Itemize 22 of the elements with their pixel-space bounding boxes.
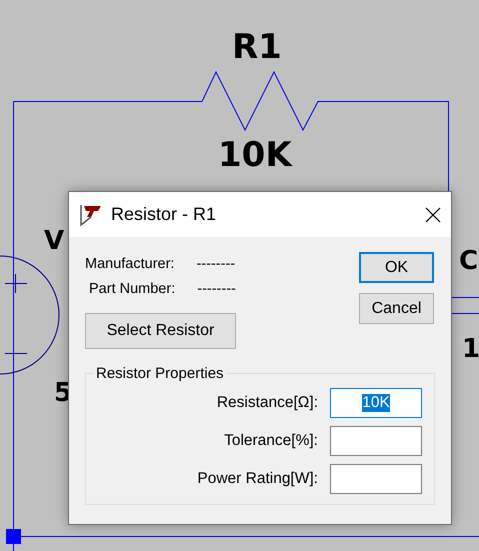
property-label: Tolerance[%]: — [224, 432, 318, 450]
schematic-label: C — [459, 248, 478, 274]
property-label: Power Rating[W]: — [197, 470, 318, 488]
input-field[interactable] — [330, 464, 422, 494]
group-legend: Resistor Properties — [94, 365, 226, 382]
schematic-label: 1 — [462, 336, 479, 362]
dialog-button[interactable]: OK — [359, 252, 434, 283]
info-value: -------- — [197, 280, 236, 296]
input-field[interactable]: 10K — [330, 388, 422, 418]
app-logo-icon — [79, 202, 103, 226]
schematic-label: 10K — [218, 138, 292, 172]
property-label: Resistance[Ω]: — [216, 394, 318, 412]
dialog-button[interactable]: Cancel — [359, 293, 434, 324]
select-resistor-button[interactable]: Select Resistor — [85, 313, 236, 349]
info-value: -------- — [196, 256, 236, 272]
input-field[interactable] — [330, 426, 422, 456]
schematic-label: R1 — [232, 30, 282, 64]
info-label: Part Number: — [89, 280, 176, 296]
schematic-label: V — [44, 228, 64, 254]
close-icon[interactable] — [425, 206, 441, 222]
info-label: Manufacturer: — [85, 256, 174, 272]
window-title: Resistor - R1 — [111, 204, 218, 225]
